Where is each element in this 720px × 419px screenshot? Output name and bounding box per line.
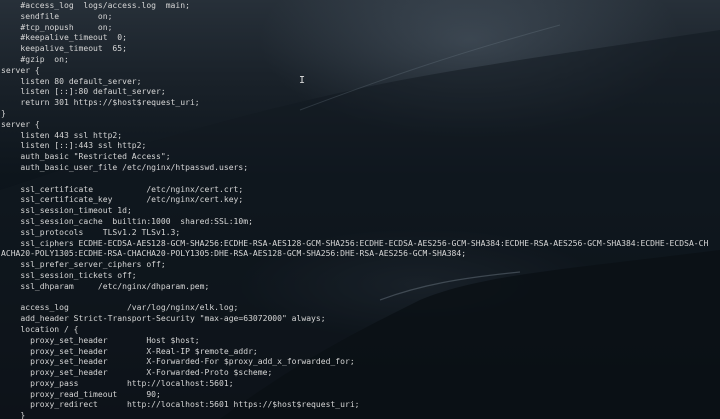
terminal-line: ssl_prefer_server_ciphers off; (1, 260, 166, 270)
terminal-line: sendfile on; (1, 11, 113, 21)
terminal-line: ssl_session_tickets off; (1, 270, 137, 280)
terminal-line: server { (1, 119, 40, 129)
terminal-line: proxy_redirect http://localhost:5601 htt… (1, 400, 360, 410)
terminal-line: ssl_ciphers ECDHE-ECDSA-AES128-GCM-SHA25… (1, 238, 709, 248)
terminal-line: auth_basic "Restricted Access"; (1, 152, 171, 162)
text-cursor-icon: I (299, 75, 306, 86)
terminal-line: proxy_set_header X-Forwarded-For $proxy_… (1, 357, 355, 367)
terminal-line: } (1, 411, 26, 419)
terminal-line: listen [::]:80 default_server; (1, 87, 166, 97)
terminal-line: add_header Strict-Transport-Security "ma… (1, 314, 326, 324)
terminal-line: #access_log logs/access.log main; (1, 1, 190, 10)
terminal-line: #gzip on; (1, 54, 69, 64)
terminal-line: #tcp_nopush on; (1, 22, 113, 32)
terminal-line: } (1, 108, 6, 118)
terminal-line: listen 443 ssl http2; (1, 130, 123, 140)
terminal-line: listen 80 default_server; (1, 76, 142, 86)
terminal-line: return 301 https://$host$request_uri; (1, 98, 200, 108)
terminal-line: ssl_session_timeout 1d; (1, 206, 132, 216)
terminal-text[interactable]: #access_log logs/access.log main; sendfi… (1, 1, 719, 419)
terminal-line: proxy_set_header Host $host; (1, 335, 200, 345)
terminal-line: ssl_certificate /etc/nginx/cert.crt; (1, 184, 244, 194)
terminal-line: auth_basic_user_file /etc/nginx/htpasswd… (1, 162, 249, 172)
terminal-window[interactable]: #access_log logs/access.log main; sendfi… (0, 0, 720, 419)
terminal-line: proxy_read_timeout 90; (1, 389, 161, 399)
terminal-line: server { (1, 65, 40, 75)
terminal-line: proxy_set_header X-Forwarded-Proto $sche… (1, 368, 273, 378)
terminal-line: ssl_session_cache builtin:1000 shared:SS… (1, 216, 253, 226)
terminal-line: proxy_pass http://localhost:5601; (1, 378, 234, 388)
terminal-line: access_log /var/log/nginx/elk.log; (1, 303, 239, 313)
terminal-line: ssl_protocols TLSv1.2 TLSv1.3; (1, 227, 181, 237)
terminal-line: ACHA20-POLY1305:ECDHE-RSA-CHACHA20-POLY1… (1, 249, 467, 259)
terminal-line: #keepalive_timeout 0; (1, 33, 127, 43)
terminal-line: listen [::]:443 ssl http2; (1, 141, 147, 151)
terminal-line: ssl_dhparam /etc/nginx/dhparam.pem; (1, 281, 210, 291)
terminal-line: proxy_set_header X-Real-IP $remote_addr; (1, 346, 258, 356)
terminal-line: location / { (1, 324, 79, 334)
terminal-line: keepalive_timeout 65; (1, 44, 127, 54)
terminal-line: ssl_certificate_key /etc/nginx/cert.key; (1, 195, 244, 205)
